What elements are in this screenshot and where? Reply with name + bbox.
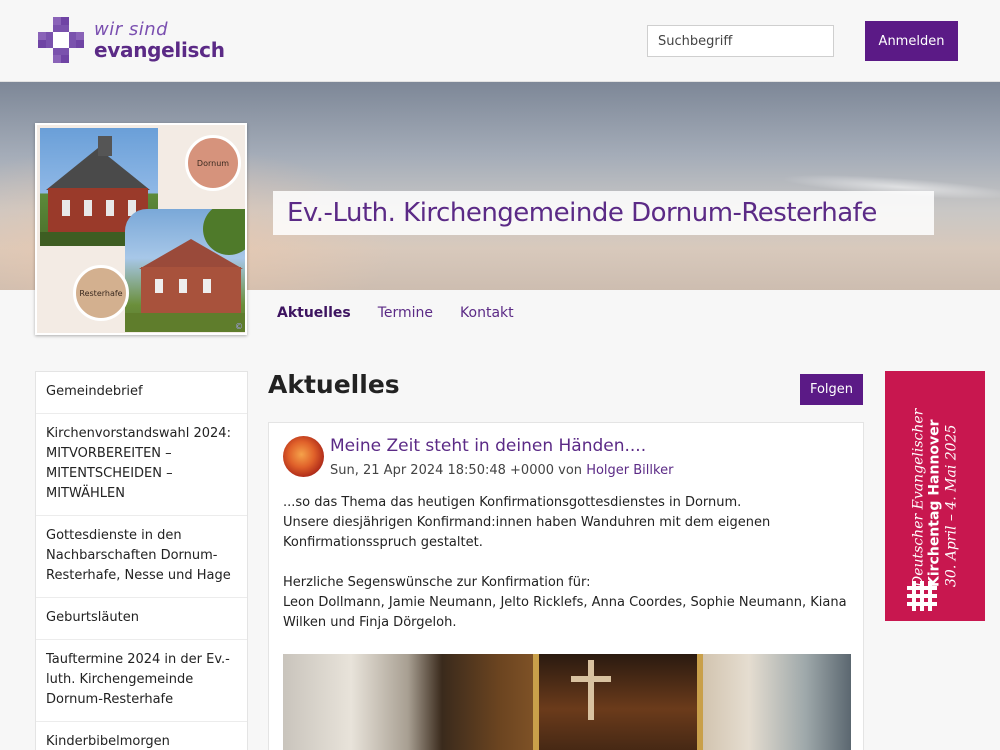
- church-resterhafe-illustration: [125, 209, 245, 332]
- cross-logo-icon: [38, 17, 84, 63]
- logo-line-1: wir sind: [94, 18, 169, 40]
- sidebar-item-gemeindebrief[interactable]: Gemeindebrief: [36, 372, 247, 414]
- site-logo[interactable]: wir sind evangelisch: [38, 17, 225, 63]
- section-tabs: Aktuelles Termine Kontakt: [277, 305, 541, 321]
- section-heading: Aktuelles: [268, 370, 400, 399]
- site-header: wir sind evangelisch Anmelden: [0, 0, 1000, 82]
- news-post: Meine Zeit steht in deinen Händen.... Su…: [268, 422, 864, 750]
- login-button[interactable]: Anmelden: [865, 21, 958, 61]
- post-paragraph-3: Herzliche Segenswünsche zur Konfirmation…: [283, 575, 591, 590]
- post-paragraph-1: ...so das Thema das heutigen Konfirmatio…: [283, 495, 742, 510]
- post-title[interactable]: Meine Zeit steht in deinen Händen....: [330, 436, 646, 456]
- kirchentag-cross-icon: [907, 581, 937, 611]
- tab-kontakt[interactable]: Kontakt: [460, 305, 514, 321]
- sidebar-item-gottesdienste[interactable]: Gottesdienste in den Nachbarschaften Dor…: [36, 516, 247, 598]
- post-body: ...so das Thema das heutigen Konfirmatio…: [283, 493, 853, 633]
- post-date: Sun, 21 Apr 2024 18:50:48 +0000: [330, 463, 555, 478]
- logo-line-2: evangelisch: [94, 37, 225, 62]
- avatar[interactable]: [283, 436, 324, 477]
- sidebar-item-kirchenvorstandswahl[interactable]: Kirchenvorstandswahl 2024: MITVORBEREITE…: [36, 414, 247, 516]
- sidebar-item-tauftermine[interactable]: Tauftermine 2024 in der Ev.-luth. Kirche…: [36, 640, 247, 722]
- banner-text: Deutscher Evangelischer Kirchentag Hanno…: [911, 371, 960, 587]
- sidebar-nav: Gemeindebrief Kirchenvorstandswahl 2024:…: [35, 371, 248, 750]
- copyright-note: ©: [235, 322, 243, 331]
- sidebar-item-kinderbibelmorgen[interactable]: Kinderbibelmorgen: [36, 722, 247, 750]
- altar-illustration: [533, 654, 703, 750]
- church-photo-resterhafe: [125, 209, 245, 332]
- post-meta: Sun, 21 Apr 2024 18:50:48 +0000 von Holg…: [330, 463, 673, 478]
- profile-image: Dornum Resterhafe ©: [35, 123, 247, 335]
- follow-button[interactable]: Folgen: [800, 374, 863, 405]
- page-title: Ev.-Luth. Kirchengemeinde Dornum-Resterh…: [287, 198, 877, 228]
- cross-icon: [588, 660, 594, 720]
- banner-line-2: Kirchentag Hannover: [926, 419, 943, 587]
- post-image[interactable]: [283, 654, 851, 750]
- post-paragraph-2: Unsere diesjährigen Konfirmand:innen hab…: [283, 515, 771, 550]
- post-paragraph-4: Leon Dollmann, Jamie Neumann, Jelto Rick…: [283, 595, 847, 630]
- kirchentag-banner[interactable]: Deutscher Evangelischer Kirchentag Hanno…: [885, 371, 985, 621]
- cross-icon-bar: [571, 676, 611, 682]
- collage-badge-resterhafe-label: Resterhafe: [79, 288, 123, 298]
- hero-title-box: Ev.-Luth. Kirchengemeinde Dornum-Resterh…: [273, 191, 934, 235]
- post-author-link[interactable]: Holger Billker: [586, 463, 673, 478]
- collage-badge-resterhafe: Resterhafe: [73, 265, 129, 321]
- collage-badge-dornum: Dornum: [185, 135, 241, 191]
- logo-text: wir sind evangelisch: [94, 18, 225, 62]
- search-input[interactable]: [647, 25, 834, 57]
- sidebar-item-geburtslaeuten[interactable]: Geburtsläuten: [36, 598, 247, 640]
- collage-badge-dornum-label: Dornum: [196, 158, 230, 168]
- banner-line-1: Deutscher Evangelischer: [910, 408, 927, 587]
- banner-line-3: 30. April – 4. Mai 2025: [943, 424, 960, 587]
- post-by: von: [558, 463, 583, 478]
- tab-termine[interactable]: Termine: [378, 305, 433, 321]
- tab-aktuelles[interactable]: Aktuelles: [277, 305, 351, 321]
